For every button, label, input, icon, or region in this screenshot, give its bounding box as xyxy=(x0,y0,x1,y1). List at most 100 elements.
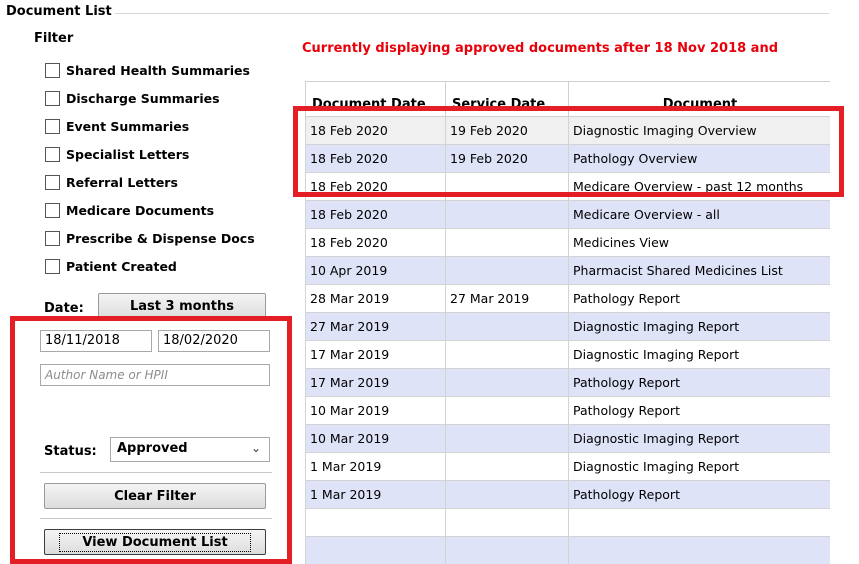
checkbox-row-prescribe-dispense-docs[interactable]: Prescribe & Dispense Docs xyxy=(45,224,275,252)
table-row[interactable]: 17 Mar 2019 Pathology Report xyxy=(305,368,830,397)
view-document-list-button[interactable]: View Document List xyxy=(44,529,266,555)
table-row[interactable] xyxy=(305,508,830,537)
table-row[interactable]: 27 Mar 2019 Diagnostic Imaging Report xyxy=(305,312,830,341)
checkbox[interactable] xyxy=(45,90,60,106)
cell-service-date xyxy=(445,256,569,285)
cell-document-date: 18 Feb 2020 xyxy=(305,144,446,173)
table-row[interactable]: 28 Mar 2019 27 Mar 2019 Pathology Report xyxy=(305,284,830,313)
cell-service-date: 27 Mar 2019 xyxy=(445,284,569,313)
checkbox-label: Specialist Letters xyxy=(66,146,190,162)
checkbox-row-event-summaries[interactable]: Event Summaries xyxy=(45,112,275,140)
status-select[interactable]: Approved ⌄ xyxy=(110,437,270,462)
checkbox-label: Medicare Documents xyxy=(66,202,215,218)
table-row[interactable]: 17 Mar 2019 Diagnostic Imaging Report xyxy=(305,340,830,369)
cell-document-date xyxy=(305,508,446,537)
table-header-row: Document Date Service Date Document xyxy=(305,81,830,117)
cell-document-date: 18 Feb 2020 xyxy=(305,172,446,201)
cell-document-date: 18 Feb 2020 xyxy=(305,200,446,229)
cell-service-date xyxy=(445,312,569,341)
checkbox-row-shared-health-summaries[interactable]: Shared Health Summaries xyxy=(45,56,275,84)
checkbox-row-medicare-documents[interactable]: Medicare Documents xyxy=(45,196,275,224)
status-banner: Currently displaying approved documents … xyxy=(302,41,779,56)
group-divider xyxy=(115,13,829,14)
date-range-button[interactable]: Last 3 months xyxy=(98,293,266,319)
cell-document: Diagnostic Imaging Report xyxy=(568,424,830,453)
document-table: Document Date Service Date Document 18 F… xyxy=(305,81,830,564)
cell-document: Medicare Overview - past 12 months xyxy=(568,172,830,201)
cell-document: Pathology Report xyxy=(568,368,830,397)
table-row[interactable]: 10 Mar 2019 Pathology Report xyxy=(305,396,830,425)
checkbox-row-specialist-letters[interactable]: Specialist Letters xyxy=(45,140,275,168)
cell-service-date: 19 Feb 2020 xyxy=(445,116,569,145)
doc-type-checkbox-list: Shared Health Summaries Discharge Summar… xyxy=(45,56,275,280)
date-to-input[interactable]: 18/02/2020 xyxy=(158,330,270,352)
cell-document: Pathology Report xyxy=(568,284,830,313)
date-from-input[interactable]: 18/11/2018 xyxy=(40,330,152,352)
checkbox-row-referral-letters[interactable]: Referral Letters xyxy=(45,168,275,196)
document-table-container: Document Date Service Date Document 18 F… xyxy=(305,81,830,564)
table-row[interactable]: 18 Feb 2020 Medicines View xyxy=(305,228,830,257)
checkbox-label: Patient Created xyxy=(66,258,177,274)
separator xyxy=(40,518,272,519)
checkbox[interactable] xyxy=(45,258,60,274)
cell-document: Medicare Overview - all xyxy=(568,200,830,229)
cell-service-date xyxy=(445,424,569,453)
cell-document-date xyxy=(305,536,446,564)
cell-document-date: 1 Mar 2019 xyxy=(305,452,446,481)
cell-document-date: 10 Apr 2019 xyxy=(305,256,446,285)
cell-document-date: 10 Mar 2019 xyxy=(305,424,446,453)
table-row[interactable]: 18 Feb 2020 19 Feb 2020 Pathology Overvi… xyxy=(305,144,830,173)
cell-document: Diagnostic Imaging Report xyxy=(568,312,830,341)
cell-document-date: 17 Mar 2019 xyxy=(305,368,446,397)
cell-document: Diagnostic Imaging Overview xyxy=(568,116,830,145)
cell-service-date xyxy=(445,508,569,537)
cell-service-date xyxy=(445,172,569,201)
cell-service-date xyxy=(445,536,569,564)
cell-document-date: 18 Feb 2020 xyxy=(305,116,446,145)
column-header-service-date[interactable]: Service Date xyxy=(445,81,569,117)
checkbox-row-discharge-summaries[interactable]: Discharge Summaries xyxy=(45,84,275,112)
checkbox-label: Shared Health Summaries xyxy=(66,62,250,78)
document-list-title: Document List xyxy=(6,4,112,19)
cell-document: Diagnostic Imaging Report xyxy=(568,452,830,481)
cell-document: Pharmacist Shared Medicines List xyxy=(568,256,830,285)
column-header-document[interactable]: Document xyxy=(568,81,830,117)
table-row[interactable]: 10 Mar 2019 Diagnostic Imaging Report xyxy=(305,424,830,453)
cell-document-date: 28 Mar 2019 xyxy=(305,284,446,313)
view-document-list-label: View Document List xyxy=(59,532,251,552)
table-row[interactable]: 18 Feb 2020 Medicare Overview - past 12 … xyxy=(305,172,830,201)
cell-document: Pathology Report xyxy=(568,396,830,425)
cell-document-date: 17 Mar 2019 xyxy=(305,340,446,369)
checkbox[interactable] xyxy=(45,230,60,246)
cell-service-date xyxy=(445,228,569,257)
column-header-document-date[interactable]: Document Date xyxy=(305,81,446,117)
checkbox-row-patient-created[interactable]: Patient Created xyxy=(45,252,275,280)
table-row[interactable] xyxy=(305,536,830,564)
checkbox-label: Prescribe & Dispense Docs xyxy=(66,230,255,246)
checkbox[interactable] xyxy=(45,62,60,78)
cell-document-date: 18 Feb 2020 xyxy=(305,228,446,257)
chevron-down-icon: ⌄ xyxy=(250,441,261,455)
filter-title: Filter xyxy=(34,31,74,46)
cell-document xyxy=(568,508,830,537)
table-row[interactable]: 1 Mar 2019 Diagnostic Imaging Report xyxy=(305,452,830,481)
table-row[interactable]: 1 Mar 2019 Pathology Report xyxy=(305,480,830,509)
checkbox[interactable] xyxy=(45,118,60,134)
checkbox-label: Event Summaries xyxy=(66,118,190,134)
cell-service-date: 19 Feb 2020 xyxy=(445,144,569,173)
date-label: Date: xyxy=(44,301,84,316)
status-select-value: Approved xyxy=(117,441,188,456)
checkbox-label: Discharge Summaries xyxy=(66,90,220,106)
checkbox[interactable] xyxy=(45,202,60,218)
table-row[interactable]: 10 Apr 2019 Pharmacist Shared Medicines … xyxy=(305,256,830,285)
cell-document xyxy=(568,536,830,564)
author-search-input[interactable]: Author Name or HPII xyxy=(40,364,270,386)
table-row[interactable]: 18 Feb 2020 Medicare Overview - all xyxy=(305,200,830,229)
checkbox[interactable] xyxy=(45,174,60,190)
table-row[interactable]: 18 Feb 2020 19 Feb 2020 Diagnostic Imagi… xyxy=(305,116,830,145)
cell-service-date xyxy=(445,340,569,369)
checkbox[interactable] xyxy=(45,146,60,162)
cell-document-date: 27 Mar 2019 xyxy=(305,312,446,341)
cell-document-date: 1 Mar 2019 xyxy=(305,480,446,509)
clear-filter-button[interactable]: Clear Filter xyxy=(44,483,266,509)
